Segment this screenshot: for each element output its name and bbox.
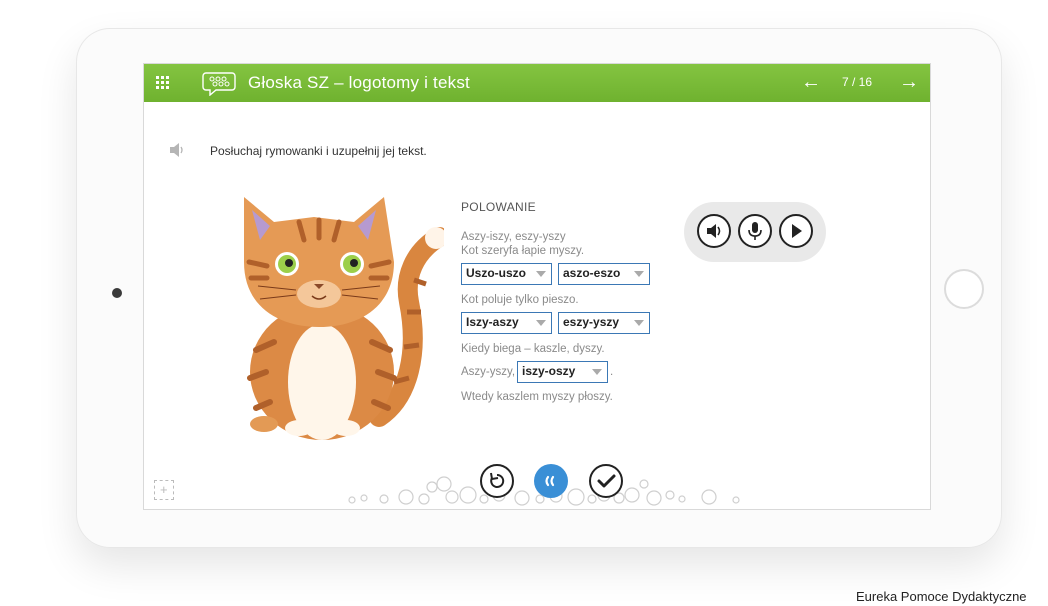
- select-value: Iszy-aszy: [466, 315, 519, 329]
- chevron-down-icon: [536, 320, 546, 326]
- watermark-text: Eureka Pomoce Dydaktyczne: [856, 589, 1027, 604]
- tablet-camera: [112, 288, 122, 298]
- app-screen: Głoska SZ – logotomy i tekst ← 7 / 16 → …: [143, 63, 931, 510]
- chevron-down-icon: [634, 271, 644, 277]
- blank-select-5[interactable]: iszy-oszy: [517, 361, 608, 383]
- expand-icon[interactable]: +: [154, 480, 174, 500]
- cat-illustration: [244, 197, 444, 440]
- undo-icon[interactable]: [480, 464, 514, 498]
- chevron-down-icon: [536, 271, 546, 277]
- speaker-icon[interactable]: [697, 214, 731, 248]
- blank-select-4[interactable]: eszy-yszy: [558, 312, 650, 334]
- arrow-left-icon[interactable]: ←: [800, 71, 822, 93]
- speaker-icon[interactable]: [168, 142, 186, 158]
- hint-icon[interactable]: [534, 464, 568, 498]
- poem-line: Kot szeryfa łapie myszy.: [461, 245, 585, 257]
- play-icon[interactable]: [779, 214, 813, 248]
- check-icon[interactable]: [589, 464, 623, 498]
- poem-line: Wtedy kaszlem myszy płoszy.: [461, 391, 613, 403]
- poem-line: Kot poluje tylko pieszo.: [461, 294, 579, 306]
- poem-line: Aszy-iszy, eszy-yszy: [461, 231, 566, 243]
- speech-bubble-icon: [202, 72, 236, 96]
- select-value: iszy-oszy: [522, 364, 576, 378]
- page-indicator: 7 / 16: [842, 75, 873, 89]
- select-value: eszy-yszy: [563, 315, 620, 329]
- tablet-home-button[interactable]: [944, 269, 984, 309]
- blank-select-3[interactable]: Iszy-aszy: [461, 312, 552, 334]
- select-value: aszo-eszo: [563, 266, 621, 280]
- header-bar: Głoska SZ – logotomy i tekst ← 7 / 16 →: [144, 64, 930, 102]
- arrow-right-icon[interactable]: →: [898, 71, 920, 93]
- poem-title: POLOWANIE: [461, 200, 536, 214]
- audio-controls: [684, 202, 826, 262]
- select-value: Uszo-uszo: [466, 266, 526, 280]
- lesson-title: Głoska SZ – logotomy i tekst: [248, 73, 470, 92]
- microphone-icon[interactable]: [738, 214, 772, 248]
- poem-line-prefix: Aszy-yszy,: [461, 366, 516, 378]
- instruction-text: Posłuchaj rymowanki i uzupełnij jej teks…: [210, 144, 427, 158]
- poem-line-suffix: .: [610, 366, 614, 378]
- blank-select-1[interactable]: Uszo-uszo: [461, 263, 552, 285]
- chevron-down-icon: [634, 320, 644, 326]
- poem-line: Kiedy biega – kaszle, dyszy.: [461, 343, 605, 355]
- grid-menu-icon[interactable]: [156, 76, 170, 90]
- blank-select-2[interactable]: aszo-eszo: [558, 263, 650, 285]
- chevron-down-icon: [592, 369, 602, 375]
